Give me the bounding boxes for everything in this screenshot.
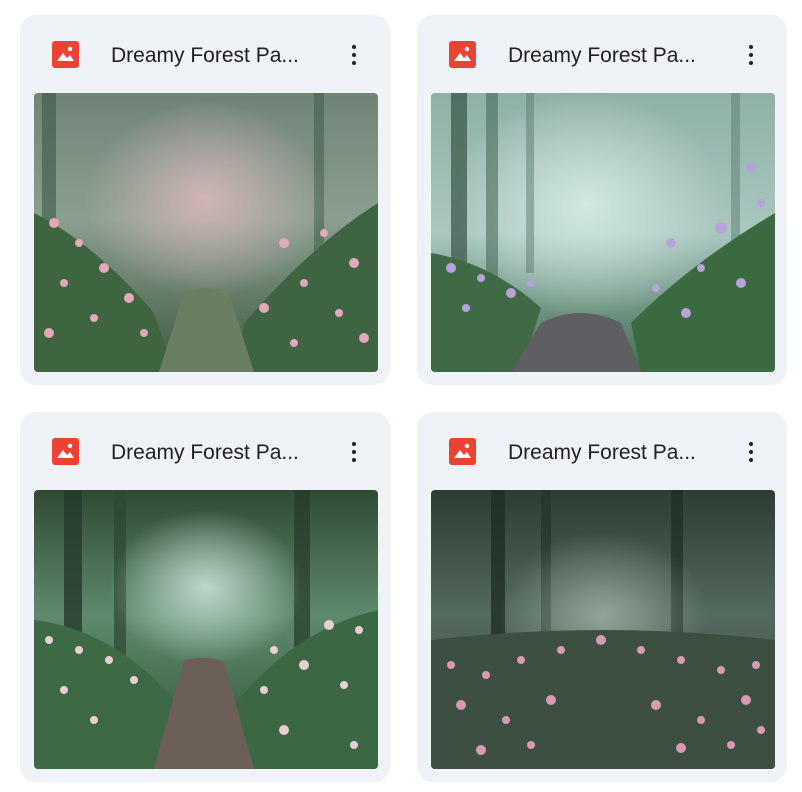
image-file-icon — [449, 438, 476, 465]
image-file-icon — [449, 41, 476, 68]
file-thumbnail[interactable] — [431, 490, 775, 769]
file-card-header: Dreamy Forest Pa... — [417, 15, 787, 93]
file-name: Dreamy Forest Pa... — [111, 441, 299, 464]
file-name: Dreamy Forest Pa... — [508, 44, 696, 67]
image-file-icon — [52, 438, 79, 465]
file-name: Dreamy Forest Pa... — [111, 44, 299, 67]
file-card-header: Dreamy Forest Pa... — [20, 412, 390, 490]
image-file-icon — [52, 41, 79, 68]
file-card[interactable]: Dreamy Forest Pa... — [20, 412, 390, 782]
more-options-button[interactable] — [342, 40, 366, 70]
file-card[interactable]: Dreamy Forest Pa... — [417, 412, 787, 782]
file-card[interactable]: Dreamy Forest Pa... — [417, 15, 787, 385]
more-options-button[interactable] — [739, 40, 763, 70]
more-options-button[interactable] — [342, 437, 366, 467]
file-thumbnail[interactable] — [431, 93, 775, 372]
more-options-button[interactable] — [739, 437, 763, 467]
file-card-header: Dreamy Forest Pa... — [417, 412, 787, 490]
file-thumbnail[interactable] — [34, 490, 378, 769]
file-thumbnail[interactable] — [34, 93, 378, 372]
file-card[interactable]: Dreamy Forest Pa... — [20, 15, 390, 385]
file-card-header: Dreamy Forest Pa... — [20, 15, 390, 93]
file-name: Dreamy Forest Pa... — [508, 441, 696, 464]
